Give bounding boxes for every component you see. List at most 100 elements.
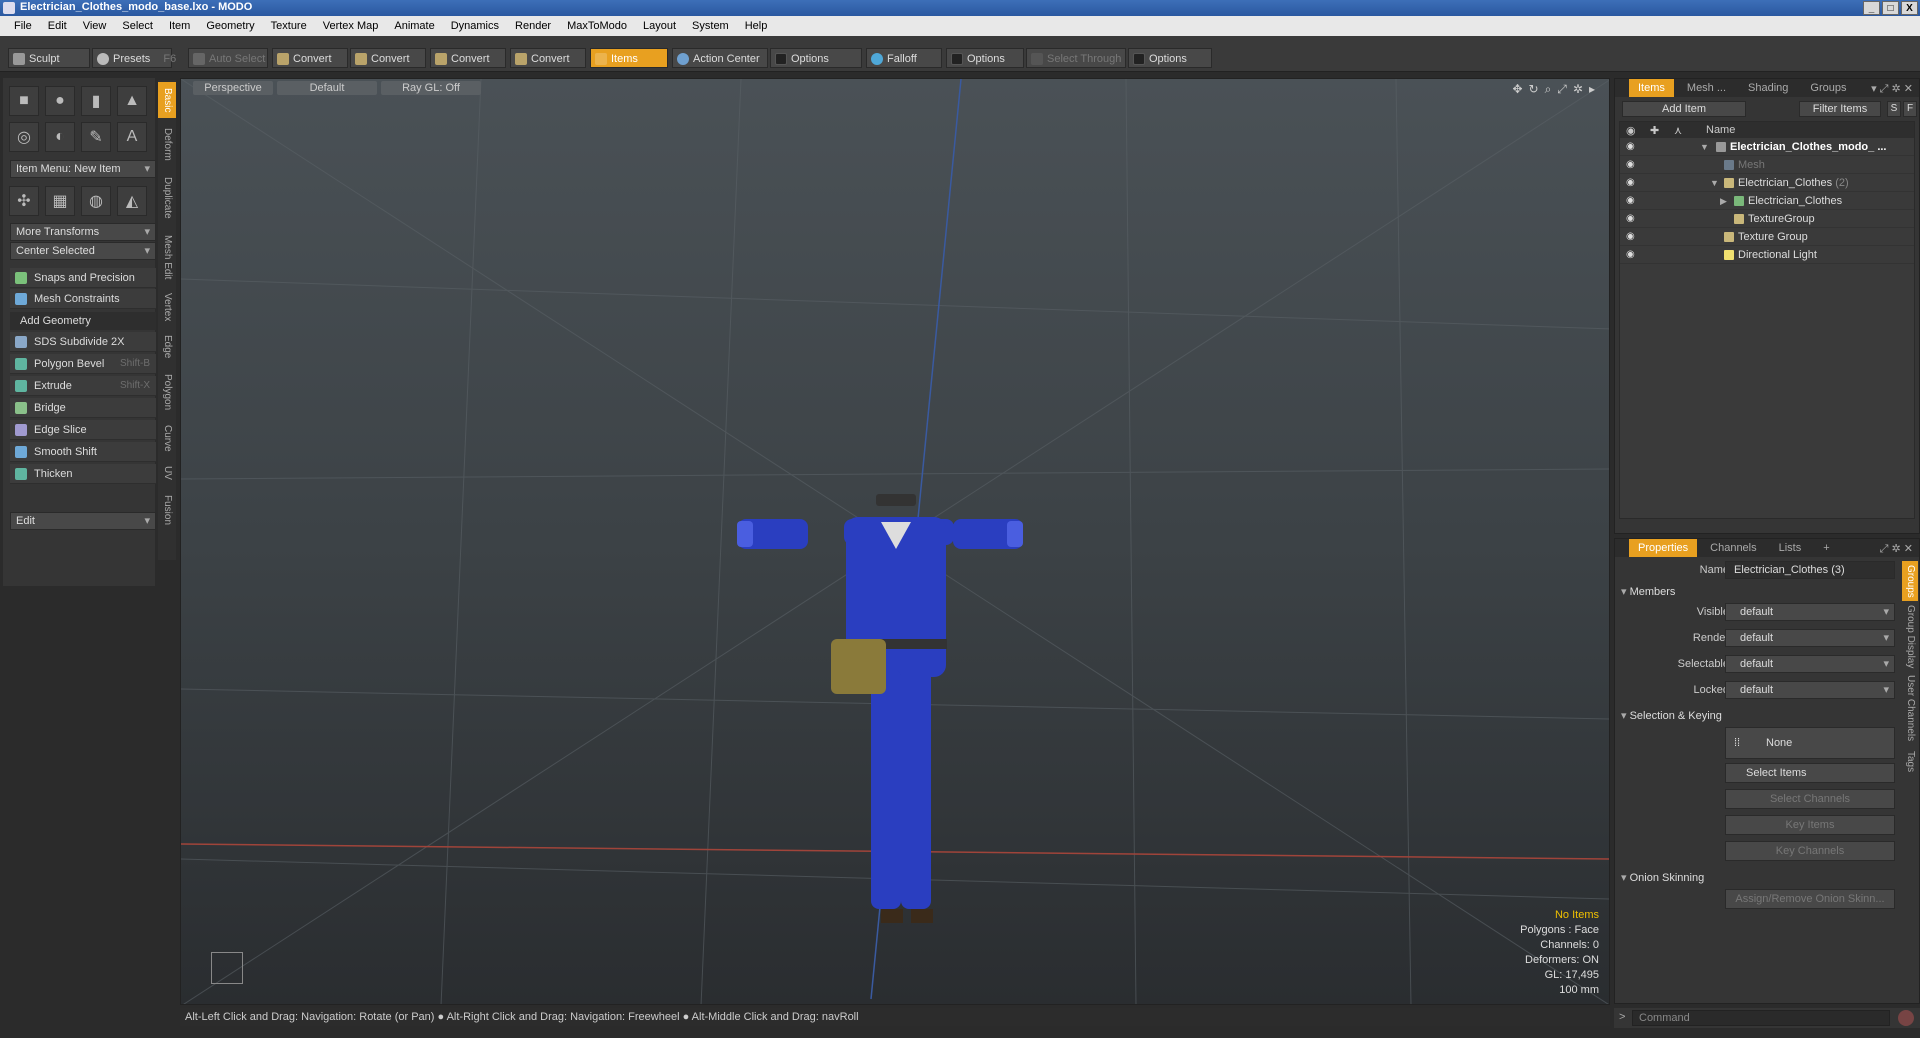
auto-select-button[interactable]: Auto Select xyxy=(188,48,268,68)
grid-icon[interactable]: ▦ xyxy=(45,186,75,216)
assign-onion-button[interactable]: Assign/Remove Onion Skinn... xyxy=(1725,889,1895,909)
center-selected-dropdown[interactable]: Center Selected xyxy=(10,242,156,260)
sds-subdivide-button[interactable]: SDS Subdivide 2X xyxy=(10,332,156,352)
convert-button-4[interactable]: Convert xyxy=(510,48,586,68)
expand-arrow-icon[interactable]: ▶ xyxy=(1720,192,1727,210)
menu-dynamics[interactable]: Dynamics xyxy=(443,20,507,32)
select-items-button[interactable]: Select Items xyxy=(1725,763,1895,783)
f-button[interactable]: F xyxy=(1903,101,1917,117)
convert-button-3[interactable]: Convert xyxy=(430,48,506,68)
tab-groups[interactable]: Groups xyxy=(1801,79,1855,97)
tab-shading[interactable]: Shading xyxy=(1739,79,1797,97)
thicken-button[interactable]: Thicken xyxy=(10,464,156,484)
menu-vertex-map[interactable]: Vertex Map xyxy=(315,20,387,32)
close-button[interactable]: X xyxy=(1901,1,1918,15)
3d-viewport[interactable]: Perspective Default Ray GL: Off ✥ ↻ ⌕ ⤢ … xyxy=(180,78,1610,1005)
bridge-button[interactable]: Bridge xyxy=(10,398,156,418)
tab-duplicate[interactable]: Duplicate xyxy=(158,170,176,226)
menu-help[interactable]: Help xyxy=(737,20,776,32)
visibility-icon[interactable]: ◉ xyxy=(1626,195,1638,206)
tab-groups-v[interactable]: Groups xyxy=(1902,561,1918,601)
visible-dropdown[interactable]: default xyxy=(1725,603,1895,621)
tab-edge[interactable]: Edge xyxy=(158,330,176,364)
add-geometry-header[interactable]: Add Geometry xyxy=(10,312,156,330)
menu-item[interactable]: Item xyxy=(161,20,198,32)
menu-file[interactable]: File xyxy=(6,20,40,32)
filter-items-button[interactable]: Filter Items xyxy=(1799,101,1881,117)
key-items-button[interactable]: Key Items xyxy=(1725,815,1895,835)
edit-dropdown[interactable]: Edit xyxy=(10,512,156,530)
render-dropdown[interactable]: default xyxy=(1725,629,1895,647)
stop-icon[interactable] xyxy=(1898,1010,1914,1026)
tree-row[interactable]: ◉ ▶ Electrician_Clothes xyxy=(1620,192,1914,210)
menu-select[interactable]: Select xyxy=(114,20,161,32)
falloff-button[interactable]: Falloff xyxy=(866,48,942,68)
action-center-button[interactable]: Action Center xyxy=(672,48,768,68)
key-channels-button[interactable]: Key Channels xyxy=(1725,841,1895,861)
s-button[interactable]: S xyxy=(1887,101,1901,117)
tab-vertex[interactable]: Vertex xyxy=(158,288,176,326)
minimize-button[interactable]: _ xyxy=(1863,1,1880,15)
cylinder-icon[interactable]: ▮ xyxy=(81,86,111,116)
tab-perspective[interactable]: Perspective xyxy=(193,81,273,95)
tab-channels[interactable]: Channels xyxy=(1701,539,1765,557)
tree-row[interactable]: ◉ TextureGroup xyxy=(1620,210,1914,228)
torus-icon[interactable]: ◎ xyxy=(9,122,39,152)
tab-items[interactable]: Items xyxy=(1629,79,1674,97)
members-section[interactable]: Members xyxy=(1621,585,1676,598)
expand-arrow-icon[interactable]: ▼ xyxy=(1710,174,1719,192)
menu-geometry[interactable]: Geometry xyxy=(198,20,262,32)
maximize-button[interactable]: □ xyxy=(1882,1,1899,15)
tab-mesh-edit[interactable]: Mesh Edit xyxy=(158,230,176,284)
sculpt-button[interactable]: Sculpt xyxy=(8,48,90,68)
menu-maxtomodo[interactable]: MaxToModo xyxy=(559,20,635,32)
visibility-icon[interactable]: ◉ xyxy=(1626,249,1638,260)
gear-icon[interactable]: ✲ xyxy=(1573,82,1583,97)
tab-polygon[interactable]: Polygon xyxy=(158,368,176,416)
play-icon[interactable]: ▸ xyxy=(1589,82,1595,97)
selection-keying-section[interactable]: Selection & Keying xyxy=(1621,709,1722,722)
menu-render[interactable]: Render xyxy=(507,20,559,32)
sphere-icon[interactable]: ● xyxy=(45,86,75,116)
mesh-constraints-button[interactable]: Mesh Constraints xyxy=(10,289,156,309)
tree-row[interactable]: ◉ Directional Light xyxy=(1620,246,1914,264)
tab-group-display[interactable]: Group Display xyxy=(1902,605,1918,669)
select-through-button[interactable]: Select Through xyxy=(1026,48,1126,68)
tab-basic[interactable]: Basic xyxy=(158,82,176,118)
capsule-icon[interactable]: ◐ xyxy=(45,122,75,152)
none-button[interactable]: ⁞⁞ None xyxy=(1725,727,1895,759)
locked-dropdown[interactable]: default xyxy=(1725,681,1895,699)
tree-row[interactable]: ◉ Mesh xyxy=(1620,156,1914,174)
command-input[interactable]: Command xyxy=(1632,1010,1890,1026)
visibility-icon[interactable]: ◉ xyxy=(1626,213,1638,224)
menu-layout[interactable]: Layout xyxy=(635,20,684,32)
tab-default[interactable]: Default xyxy=(277,81,377,95)
tab-uv[interactable]: UV xyxy=(158,460,176,486)
panel-options-icon[interactable]: ⤢ ✲ ✕ xyxy=(1880,542,1913,556)
options-button-3[interactable]: Options xyxy=(1128,48,1212,68)
tab-fusion[interactable]: Fusion xyxy=(158,490,176,530)
selectable-dropdown[interactable]: default xyxy=(1725,655,1895,673)
fit-icon[interactable]: ⤢ xyxy=(1557,82,1567,97)
menu-edit[interactable]: Edit xyxy=(40,20,75,32)
expand-arrow-icon[interactable]: ▼ xyxy=(1700,138,1709,156)
tab-user-channels[interactable]: User Channels xyxy=(1902,673,1918,743)
tab-properties[interactable]: Properties xyxy=(1629,539,1698,557)
rotate-icon[interactable]: ↻ xyxy=(1529,82,1539,97)
transform-icon[interactable]: ✣ xyxy=(9,186,39,216)
onion-skinning-section[interactable]: Onion Skinning xyxy=(1621,871,1705,884)
item-menu-dropdown[interactable]: Item Menu: New Item xyxy=(10,160,156,178)
tree-row[interactable]: ◉ ▼ Electrician_Clothes (2) xyxy=(1620,174,1914,192)
options-button-1[interactable]: Options xyxy=(770,48,862,68)
add-item-button[interactable]: Add Item xyxy=(1622,101,1746,117)
extrude-button[interactable]: Extrude Shift-X xyxy=(10,376,156,396)
smooth-shift-button[interactable]: Smooth Shift xyxy=(10,442,156,462)
menu-animate[interactable]: Animate xyxy=(386,20,442,32)
visibility-icon[interactable]: ◉ xyxy=(1626,177,1638,188)
menu-texture[interactable]: Texture xyxy=(263,20,315,32)
cube-icon[interactable]: ■ xyxy=(9,86,39,116)
options-button-2[interactable]: Options xyxy=(946,48,1024,68)
items-mode-button[interactable]: Items xyxy=(590,48,668,68)
pen-icon[interactable]: ✎ xyxy=(81,122,111,152)
pyramid-icon[interactable]: ◭ xyxy=(117,186,147,216)
